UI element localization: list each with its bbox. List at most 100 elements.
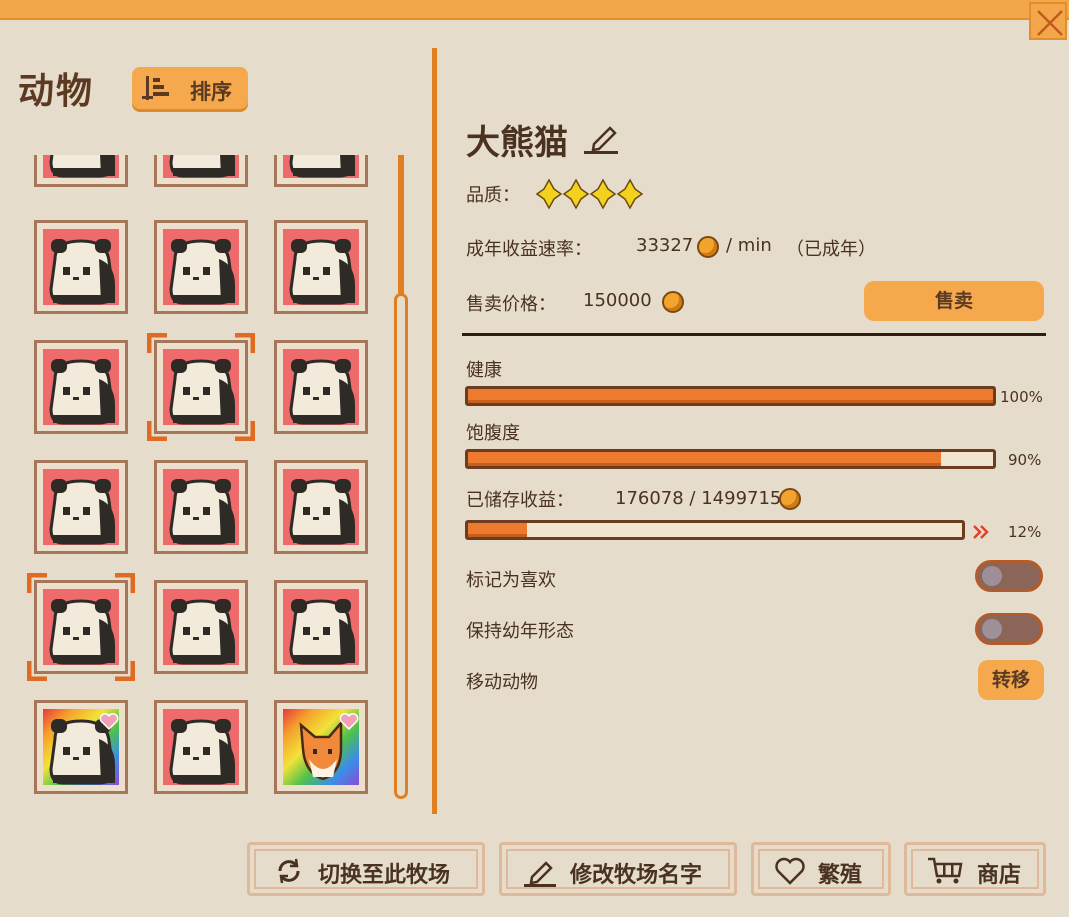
move-animal-label: 移动动物 xyxy=(466,672,538,693)
favorite-toggle[interactable] xyxy=(975,560,1043,592)
animal-slot[interactable] xyxy=(34,580,128,674)
edit-icon xyxy=(524,861,556,887)
animal-slot[interactable] xyxy=(154,580,248,674)
health-bar xyxy=(465,386,996,406)
shop-button[interactable]: 商店 xyxy=(904,842,1046,896)
animal-slot[interactable] xyxy=(274,580,368,674)
panda-icon xyxy=(43,469,119,545)
satiety-percent: 90% xyxy=(1008,451,1042,469)
satiety-bar-fill xyxy=(468,452,941,466)
favorite-label: 标记为喜欢 xyxy=(466,570,556,591)
health-percent: 100% xyxy=(1000,388,1043,406)
price-value: 150000 xyxy=(583,290,652,311)
animal-name: 大熊猫 xyxy=(466,123,568,163)
animal-slot[interactable] xyxy=(34,340,128,434)
sort-icon xyxy=(142,76,169,100)
panda-icon xyxy=(163,589,239,665)
animal-slot[interactable] xyxy=(34,700,128,794)
satiety-label: 饱腹度 xyxy=(466,423,520,444)
section-divider xyxy=(462,333,1046,336)
rename-ranch-button[interactable]: 修改牧场名字 xyxy=(499,842,737,896)
transfer-button[interactable]: 转移 xyxy=(978,660,1044,700)
keep-young-toggle[interactable] xyxy=(975,613,1043,645)
animal-slot[interactable] xyxy=(34,220,128,314)
panda-icon xyxy=(283,155,359,178)
animal-grid[interactable] xyxy=(20,155,390,815)
quality-label: 品质： xyxy=(466,185,520,206)
refresh-icon xyxy=(278,858,300,884)
sort-label: 排序 xyxy=(190,80,232,104)
stored-income-percent: 12% xyxy=(1008,523,1042,541)
panda-icon xyxy=(283,349,359,425)
fast-forward-icon xyxy=(973,525,989,539)
quality-star-icon xyxy=(616,178,644,210)
animal-slot[interactable] xyxy=(34,460,128,554)
quality-stars xyxy=(536,178,644,210)
close-icon xyxy=(1037,10,1063,36)
breed-label: 繁殖 xyxy=(818,863,863,888)
quality-star-icon xyxy=(562,178,590,210)
animal-slot[interactable] xyxy=(154,460,248,554)
panda-icon xyxy=(163,349,239,425)
close-button[interactable] xyxy=(1029,2,1067,40)
heart-icon xyxy=(775,857,805,885)
panda-icon xyxy=(283,589,359,665)
page-title: 动物 xyxy=(18,71,95,112)
sort-button[interactable]: 排序 xyxy=(132,67,248,109)
toggle-knob xyxy=(982,566,1002,586)
panda-icon xyxy=(43,229,119,305)
coin-icon xyxy=(697,236,719,258)
panel-divider xyxy=(432,48,437,814)
keep-young-label: 保持幼年形态 xyxy=(466,621,574,642)
panda-icon xyxy=(43,589,119,665)
cart-icon xyxy=(928,857,963,884)
animal-slot[interactable] xyxy=(274,220,368,314)
animal-slot[interactable] xyxy=(154,220,248,314)
rate-value: 33327 xyxy=(636,235,694,256)
edit-name-icon[interactable] xyxy=(584,122,622,156)
rate-label: 成年收益速率： xyxy=(466,239,592,260)
stored-income-bar-fill xyxy=(468,523,528,537)
stored-income-bar xyxy=(465,520,965,540)
animal-slot[interactable] xyxy=(274,700,368,794)
quality-star-icon xyxy=(536,178,563,210)
scrollbar-track[interactable] xyxy=(398,155,404,295)
rate-status: （已成年） xyxy=(786,239,876,260)
animal-slot[interactable] xyxy=(274,460,368,554)
panda-icon xyxy=(163,229,239,305)
stored-income-value: 176078 / 1499715 xyxy=(615,488,782,509)
rate-unit: / min xyxy=(726,235,772,256)
toggle-knob xyxy=(982,619,1002,639)
switch-ranch-label: 切换至此牧场 xyxy=(318,863,451,888)
breed-button[interactable]: 繁殖 xyxy=(751,842,891,896)
health-label: 健康 xyxy=(466,360,502,381)
rename-ranch-label: 修改牧场名字 xyxy=(570,863,703,888)
animal-slot[interactable] xyxy=(154,155,248,187)
panda-icon xyxy=(43,709,119,785)
window-top-bar xyxy=(0,0,1069,20)
coin-icon xyxy=(779,488,801,510)
price-label: 售卖价格： xyxy=(466,294,556,315)
animal-slot[interactable] xyxy=(34,155,128,187)
coin-icon xyxy=(662,291,684,313)
shop-label: 商店 xyxy=(977,863,1022,888)
health-bar-fill xyxy=(468,389,993,403)
panda-icon xyxy=(43,155,119,178)
animal-slot[interactable] xyxy=(274,340,368,434)
animal-slot[interactable] xyxy=(274,155,368,187)
switch-ranch-button[interactable]: 切换至此牧场 xyxy=(247,842,485,896)
animal-slot[interactable] xyxy=(154,340,248,434)
scrollbar-thumb[interactable] xyxy=(394,293,408,799)
panda-icon xyxy=(43,349,119,425)
panda-icon xyxy=(283,469,359,545)
panda-icon xyxy=(163,155,239,178)
animal-slot[interactable] xyxy=(154,700,248,794)
stored-income-label: 已储存收益： xyxy=(466,490,574,511)
fox-icon xyxy=(283,709,359,785)
panda-icon xyxy=(163,469,239,545)
satiety-bar xyxy=(465,449,996,469)
sell-button[interactable]: 售卖 xyxy=(864,281,1044,321)
panda-icon xyxy=(163,709,239,785)
quality-star-icon xyxy=(589,178,617,210)
panda-icon xyxy=(283,229,359,305)
